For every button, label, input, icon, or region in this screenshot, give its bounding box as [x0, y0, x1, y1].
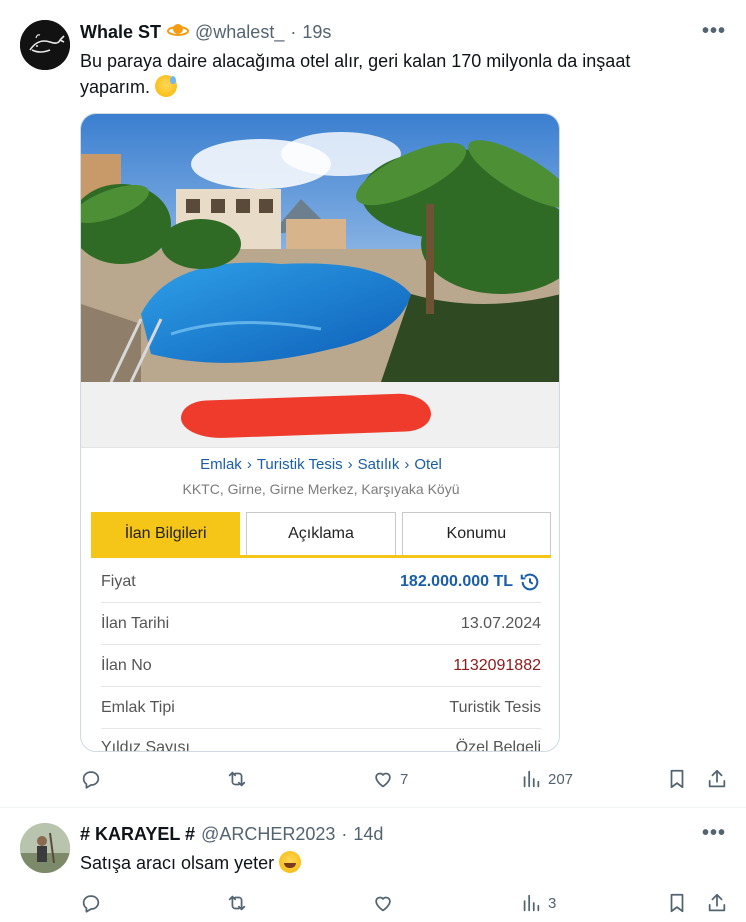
tweet-media[interactable]: Emlak › Turistik Tesis › Satılık › Otel KKTC, … — [80, 113, 560, 752]
more-options-icon[interactable]: ••• — [702, 822, 726, 845]
avatar[interactable] — [20, 20, 70, 70]
separator-dot: · — [341, 824, 348, 844]
detail-label: İlan No — [101, 656, 152, 674]
breadcrumb-separator: › — [404, 456, 410, 473]
detail-label: İlan Tarihi — [101, 614, 170, 632]
bookmark-icon — [670, 893, 684, 913]
bar-chart-icon — [523, 770, 540, 788]
whale-logo-icon — [20, 20, 70, 70]
timestamp[interactable]: 14d — [353, 824, 383, 845]
detail-row-type: Emlak Tipi Turistik Tesis — [101, 687, 541, 729]
repost-icon — [228, 771, 246, 787]
tab-aciklama[interactable]: Açıklama — [246, 512, 396, 555]
detail-value: Özel Belgeli — [455, 739, 541, 752]
listing-location: KKTC, Girne, Girne Merkez, Karşıyaka Köy… — [182, 481, 460, 497]
timestamp[interactable]: 19s — [302, 22, 331, 43]
tweet-text-content: Satışa aracı olsam yeter — [80, 853, 275, 873]
tab-ilan-bilgileri[interactable]: İlan Bilgileri — [91, 512, 241, 555]
separator-dot: · — [290, 22, 297, 42]
profile-photo — [20, 823, 70, 873]
heart-icon — [375, 772, 391, 788]
breadcrumb-item[interactable]: Turistik Tesis — [257, 456, 343, 473]
detail-row-date: İlan Tarihi 13.07.2024 — [101, 603, 541, 645]
heart-icon — [375, 896, 391, 912]
repost-button[interactable] — [226, 768, 254, 790]
like-count: 7 — [400, 770, 409, 788]
display-name[interactable]: Whale ST — [80, 22, 161, 43]
more-options-icon[interactable]: ••• — [702, 20, 726, 43]
tweet[interactable]: # KARAYEL # @ARCHER2023 · 14d ••• Satışa… — [0, 808, 746, 922]
share-button[interactable] — [706, 768, 728, 790]
detail-row-listing-no: İlan No 1132091882 — [101, 645, 541, 687]
listing-details: Fiyat 182.000.000 TL İlan Tarihi 13.07.2… — [101, 561, 541, 752]
detail-label: Emlak Tipi — [101, 698, 175, 716]
joy-emoji-icon — [279, 851, 302, 873]
detail-label: Fiyat — [101, 572, 136, 590]
share-button[interactable] — [706, 892, 728, 914]
reply-icon — [82, 771, 100, 789]
detail-value: Turistik Tesis — [449, 698, 541, 716]
repost-button[interactable] — [226, 892, 254, 914]
repost-icon — [228, 895, 246, 911]
badge-icon — [167, 22, 190, 43]
tweet-header: Whale ST @whalest_ · 19s — [80, 22, 331, 43]
bookmark-button[interactable] — [666, 892, 688, 914]
price-history-icon[interactable] — [519, 571, 541, 593]
tweet-text: Bu paraya daire alacağıma otel alır, ger… — [80, 48, 700, 100]
detail-value: 1132091882 — [453, 656, 541, 674]
bookmark-icon — [670, 769, 684, 789]
breadcrumb-item[interactable]: Otel — [414, 456, 442, 473]
share-icon — [708, 769, 726, 788]
like-button[interactable]: 7 — [372, 768, 408, 790]
reply-icon — [82, 895, 100, 913]
hotel-pool-photo — [81, 114, 559, 382]
view-count: 207 — [548, 770, 574, 788]
breadcrumb: Emlak › Turistik Tesis › Satılık › Otel — [81, 456, 559, 473]
detail-value-price: 182.000.000 TL — [400, 571, 541, 593]
view-count: 3 — [548, 894, 557, 912]
detail-row-stars: Yıldız Sayısı Özel Belgeli — [101, 729, 541, 752]
detail-label: Yıldız Sayısı — [101, 739, 190, 752]
tweet[interactable]: Whale ST @whalest_ · 19s ••• Bu paraya d… — [0, 0, 746, 808]
share-icon — [708, 893, 726, 912]
bookmark-button[interactable] — [666, 768, 688, 790]
like-button[interactable] — [372, 892, 400, 914]
breadcrumb-separator: › — [246, 456, 252, 473]
user-handle[interactable]: @whalest_ — [195, 22, 284, 43]
reply-button[interactable] — [80, 768, 108, 790]
avatar[interactable] — [20, 823, 70, 873]
display-name[interactable]: # KARAYEL # — [80, 824, 195, 845]
views-button[interactable]: 207 — [520, 768, 573, 790]
reply-button[interactable] — [80, 892, 108, 914]
breadcrumb-item[interactable]: Emlak — [200, 456, 242, 473]
tweet-actions: 7 207 — [80, 768, 730, 792]
user-handle[interactable]: @ARCHER2023 — [201, 824, 335, 845]
breadcrumb-separator: › — [347, 456, 353, 473]
tweet-text: Satışa aracı olsam yeter — [80, 850, 700, 876]
detail-value: 13.07.2024 — [460, 614, 541, 632]
tweet-actions: 3 — [80, 892, 730, 916]
tweet-header: # KARAYEL # @ARCHER2023 · 14d — [80, 824, 383, 845]
listing-tabs: İlan Bilgileri Açıklama Konumu — [91, 512, 551, 558]
detail-row-price: Fiyat 182.000.000 TL — [101, 561, 541, 603]
views-button[interactable]: 3 — [520, 892, 556, 914]
breadcrumb-item[interactable]: Satılık — [358, 456, 400, 473]
bar-chart-icon — [523, 894, 540, 912]
price-text: 182.000.000 TL — [400, 572, 513, 590]
sweat-smile-emoji-icon — [155, 75, 178, 97]
tab-konumu[interactable]: Konumu — [401, 512, 551, 555]
